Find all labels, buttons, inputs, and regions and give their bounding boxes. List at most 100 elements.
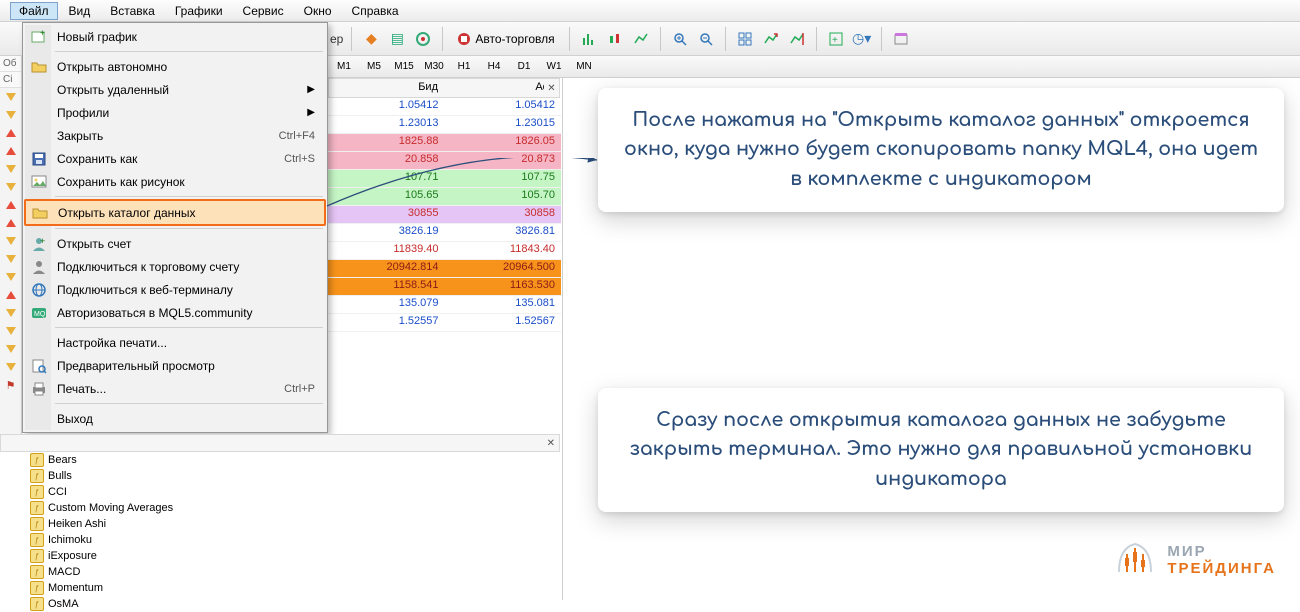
symbol-dn[interactable] [0, 106, 21, 124]
symbol-dn[interactable] [0, 160, 21, 178]
nav-item[interactable]: ƒBulls [30, 468, 560, 484]
candle-chart-icon[interactable] [604, 28, 626, 50]
menu-окно[interactable]: Окно [295, 2, 341, 20]
preview-icon [30, 357, 48, 375]
menu-item[interactable]: Печать...Ctrl+P [25, 377, 325, 400]
menu-item[interactable]: +Открыть счет [25, 232, 325, 255]
period-M30[interactable]: M30 [420, 58, 448, 76]
symbol-dn[interactable] [0, 304, 21, 322]
menu-item[interactable]: Подключиться к торговому счету [25, 255, 325, 278]
nav-item[interactable]: ƒCCI [30, 484, 560, 500]
menu-графики[interactable]: Графики [166, 2, 232, 20]
symbol-up[interactable] [0, 196, 21, 214]
symbol-dn[interactable] [0, 268, 21, 286]
period-M1[interactable]: M1 [330, 58, 358, 76]
period-H1[interactable]: H1 [450, 58, 478, 76]
nav-item[interactable]: ƒHeiken Ashi [30, 516, 560, 532]
web-icon [30, 281, 48, 299]
nav-item-label: Custom Moving Averages [48, 502, 173, 514]
market-row[interactable]: 1158.5411163.530 [328, 278, 561, 296]
menu-item-label: Новый график [57, 30, 137, 44]
market-row[interactable]: 1825.881826.05 [328, 134, 561, 152]
indicator-file-icon: ƒ [30, 501, 44, 515]
menu-item[interactable]: Открыть автономно [25, 55, 325, 78]
diamond-icon[interactable]: ◆ [360, 28, 382, 50]
market-row[interactable]: 20.85820.873 [328, 152, 561, 170]
symbol-dn[interactable] [0, 178, 21, 196]
period-W1[interactable]: W1 [540, 58, 568, 76]
menu-файл[interactable]: Файл [10, 2, 58, 20]
market-row[interactable]: 1.054121.05412 [328, 98, 561, 116]
market-close-icon[interactable]: ✕ [544, 78, 560, 98]
symbol-up[interactable] [0, 124, 21, 142]
menu-item[interactable]: Сохранить какCtrl+S [25, 147, 325, 170]
market-row[interactable]: 3085530858 [328, 206, 561, 224]
print-icon [30, 380, 48, 398]
symbol-dn[interactable] [0, 250, 21, 268]
menu-item[interactable]: Выход [25, 407, 325, 430]
nav-item[interactable]: ƒMACD [30, 564, 560, 580]
symbol-flag[interactable] [0, 376, 21, 394]
signal-icon[interactable] [412, 28, 434, 50]
shift-icon[interactable] [786, 28, 808, 50]
period-H4[interactable]: H4 [480, 58, 508, 76]
symbol-dn[interactable] [0, 340, 21, 358]
menu-item[interactable]: +Новый график [25, 25, 325, 48]
nav-item[interactable]: ƒ Custom Moving Averages [30, 500, 560, 516]
nav-item[interactable]: ƒOsMA [30, 596, 560, 612]
menu-вид[interactable]: Вид [60, 2, 100, 20]
template-icon[interactable] [890, 28, 912, 50]
auto-trade-button[interactable]: Авто-торговля [451, 28, 560, 50]
menu-item[interactable]: Настройка печати... [25, 331, 325, 354]
menu-item[interactable]: Открыть каталог данных [24, 199, 326, 226]
symbol-up[interactable] [0, 214, 21, 232]
market-row[interactable]: 20942.81420964.500 [328, 260, 561, 278]
period-MN[interactable]: MN [570, 58, 598, 76]
nav-item[interactable]: ƒMomentum [30, 580, 560, 596]
panel-close-icon[interactable]: ✕ [547, 438, 555, 449]
save-icon [30, 150, 48, 168]
symbol-dn[interactable] [0, 88, 21, 106]
symbol-dn[interactable] [0, 232, 21, 250]
market-row[interactable]: 105.65105.70 [328, 188, 561, 206]
market-row[interactable]: 107.71107.75 [328, 170, 561, 188]
line-chart-icon[interactable] [630, 28, 652, 50]
period-D1[interactable]: D1 [510, 58, 538, 76]
menu-item[interactable]: Сохранить как рисунок [25, 170, 325, 193]
zoom-out-icon[interactable] [695, 28, 717, 50]
symbol-up[interactable] [0, 286, 21, 304]
menu-item[interactable]: Предварительный просмотр [25, 354, 325, 377]
menu-item[interactable]: Профили▶ [25, 101, 325, 124]
book-icon[interactable]: ▤ [386, 28, 408, 50]
bar-chart-icon[interactable] [578, 28, 600, 50]
market-row[interactable]: 3826.193826.81 [328, 224, 561, 242]
period-M15[interactable]: M15 [390, 58, 418, 76]
market-row[interactable]: 1.230131.23015 [328, 116, 561, 134]
nav-item-label: Bulls [48, 470, 72, 482]
symbol-dn[interactable] [0, 358, 21, 376]
nav-item[interactable]: ƒBears [30, 452, 560, 468]
market-row[interactable]: 1.525571.52567 [328, 314, 561, 332]
symbol-up[interactable] [0, 142, 21, 160]
menu-вставка[interactable]: Вставка [101, 2, 164, 20]
scroll-icon[interactable] [760, 28, 782, 50]
menu-item[interactable]: Открыть удаленный▶ [25, 78, 325, 101]
market-row[interactable]: 11839.4011843.40 [328, 242, 561, 260]
logo: МИР ТРЕЙДИНГА [1113, 538, 1276, 582]
auto-trade-label: Авто-торговля [475, 32, 554, 46]
menu-сервис[interactable]: Сервис [234, 2, 293, 20]
menu-item[interactable]: Подключиться к веб-терминалу [25, 278, 325, 301]
market-row[interactable]: 135.079135.081 [328, 296, 561, 314]
menu-item[interactable]: MQАвторизоваться в MQL5.community [25, 301, 325, 324]
indicator-icon[interactable]: + [825, 28, 847, 50]
symbol-dn[interactable] [0, 322, 21, 340]
zoom-in-icon[interactable] [669, 28, 691, 50]
tile-icon[interactable] [734, 28, 756, 50]
menu-separator [55, 196, 323, 197]
period-M5[interactable]: M5 [360, 58, 388, 76]
menu-item[interactable]: ЗакрытьCtrl+F4 [25, 124, 325, 147]
nav-item[interactable]: ƒIchimoku [30, 532, 560, 548]
nav-item[interactable]: ƒiExposure [30, 548, 560, 564]
menu-справка[interactable]: Справка [343, 2, 408, 20]
period-icon[interactable]: ◷▾ [851, 28, 873, 50]
